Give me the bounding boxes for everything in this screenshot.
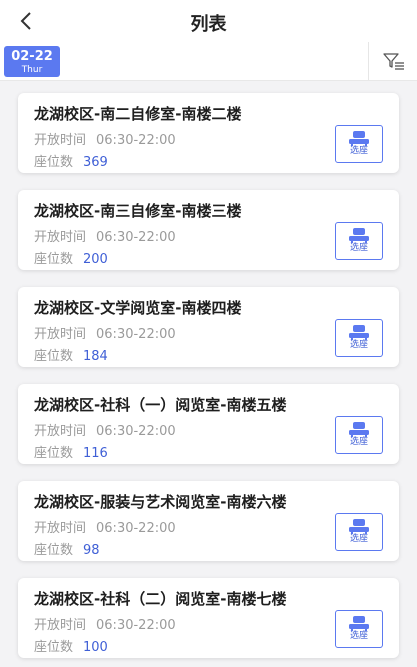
seat-icon	[349, 616, 369, 631]
hours-value: 06:30-22:00	[96, 521, 176, 536]
seats-row: 座位数 116	[34, 442, 108, 461]
seats-value: 200	[83, 252, 108, 267]
hours-row: 开放时间 06:30-22:00	[34, 420, 176, 439]
seats-value: 184	[83, 349, 108, 364]
seats-value: 100	[83, 640, 108, 655]
hours-label: 开放时间	[34, 521, 87, 536]
hours-value: 06:30-22:00	[96, 133, 176, 148]
filter-button[interactable]	[368, 42, 417, 80]
date-text: 02-22	[11, 49, 53, 64]
room-name: 龙湖校区-南三自修室-南楼三楼	[34, 202, 242, 220]
hours-label: 开放时间	[34, 230, 87, 245]
seats-row: 座位数 369	[34, 151, 108, 170]
seats-label: 座位数	[34, 349, 74, 364]
select-seat-label: 选座	[349, 437, 368, 447]
hours-row: 开放时间 06:30-22:00	[34, 517, 176, 536]
seats-row: 座位数 98	[34, 539, 100, 558]
date-bar: 02-22 Thur	[0, 42, 417, 81]
hours-value: 06:30-22:00	[96, 618, 176, 633]
seats-label: 座位数	[34, 640, 74, 655]
seat-icon	[349, 228, 369, 243]
hours-value: 06:30-22:00	[96, 424, 176, 439]
hours-label: 开放时间	[34, 618, 87, 633]
room-card[interactable]: 龙湖校区-社科（二）阅览室-南楼七楼 开放时间 06:30-22:00 座位数 10…	[18, 578, 399, 658]
room-card[interactable]: 龙湖校区-南三自修室-南楼三楼 开放时间 06:30-22:00 座位数 200 选…	[18, 190, 399, 270]
hours-label: 开放时间	[34, 327, 87, 342]
hours-row: 开放时间 06:30-22:00	[34, 614, 176, 633]
select-seat-label: 选座	[349, 146, 368, 156]
room-name: 龙湖校区-社科（一）阅览室-南楼五楼	[34, 396, 287, 414]
seats-row: 座位数 100	[34, 636, 108, 655]
hours-row: 开放时间 06:30-22:00	[34, 129, 176, 148]
hours-row: 开放时间 06:30-22:00	[34, 323, 176, 342]
seats-label: 座位数	[34, 446, 74, 461]
seats-value: 116	[83, 446, 108, 461]
select-seat-label: 选座	[349, 631, 368, 641]
hours-value: 06:30-22:00	[96, 327, 176, 342]
hours-value: 06:30-22:00	[96, 230, 176, 245]
room-card[interactable]: 龙湖校区-南二自修室-南楼二楼 开放时间 06:30-22:00 座位数 369 选…	[18, 93, 399, 173]
seats-value: 369	[83, 155, 108, 170]
room-name: 龙湖校区-南二自修室-南楼二楼	[34, 105, 242, 123]
page-title: 列表	[190, 14, 227, 35]
hours-row: 开放时间 06:30-22:00	[34, 226, 176, 245]
top-bar: 列表	[0, 0, 417, 42]
select-seat-button[interactable]: 选座	[335, 513, 383, 551]
select-seat-button[interactable]: 选座	[335, 125, 383, 163]
seats-row: 座位数 184	[34, 345, 108, 364]
select-seat-label: 选座	[349, 534, 368, 544]
seat-icon	[349, 422, 369, 437]
hours-label: 开放时间	[34, 133, 87, 148]
room-card[interactable]: 龙湖校区-社科（一）阅览室-南楼五楼 开放时间 06:30-22:00 座位数 11…	[18, 384, 399, 464]
select-seat-label: 选座	[349, 340, 368, 350]
room-name: 龙湖校区-服装与艺术阅览室-南楼六楼	[34, 493, 287, 511]
hours-label: 开放时间	[34, 424, 87, 439]
room-name: 龙湖校区-社科（二）阅览室-南楼七楼	[34, 590, 287, 608]
weekday-text: Thur	[21, 65, 43, 75]
seats-label: 座位数	[34, 543, 74, 558]
seat-icon	[349, 325, 369, 340]
seat-icon	[349, 131, 369, 146]
select-seat-button[interactable]: 选座	[335, 610, 383, 648]
select-seat-button[interactable]: 选座	[335, 416, 383, 454]
date-selector[interactable]: 02-22 Thur	[4, 46, 60, 77]
seats-label: 座位数	[34, 252, 74, 267]
room-card[interactable]: 龙湖校区-服装与艺术阅览室-南楼六楼 开放时间 06:30-22:00 座位数 98…	[18, 481, 399, 561]
room-card[interactable]: 龙湖校区-文学阅览室-南楼四楼 开放时间 06:30-22:00 座位数 184 选…	[18, 287, 399, 367]
seat-icon	[349, 519, 369, 534]
seats-row: 座位数 200	[34, 248, 108, 267]
seats-label: 座位数	[34, 155, 74, 170]
room-name: 龙湖校区-文学阅览室-南楼四楼	[34, 299, 242, 317]
seats-value: 98	[83, 543, 100, 558]
select-seat-label: 选座	[349, 243, 368, 253]
select-seat-button[interactable]: 选座	[335, 319, 383, 357]
filter-icon	[382, 53, 404, 70]
select-seat-button[interactable]: 选座	[335, 222, 383, 260]
